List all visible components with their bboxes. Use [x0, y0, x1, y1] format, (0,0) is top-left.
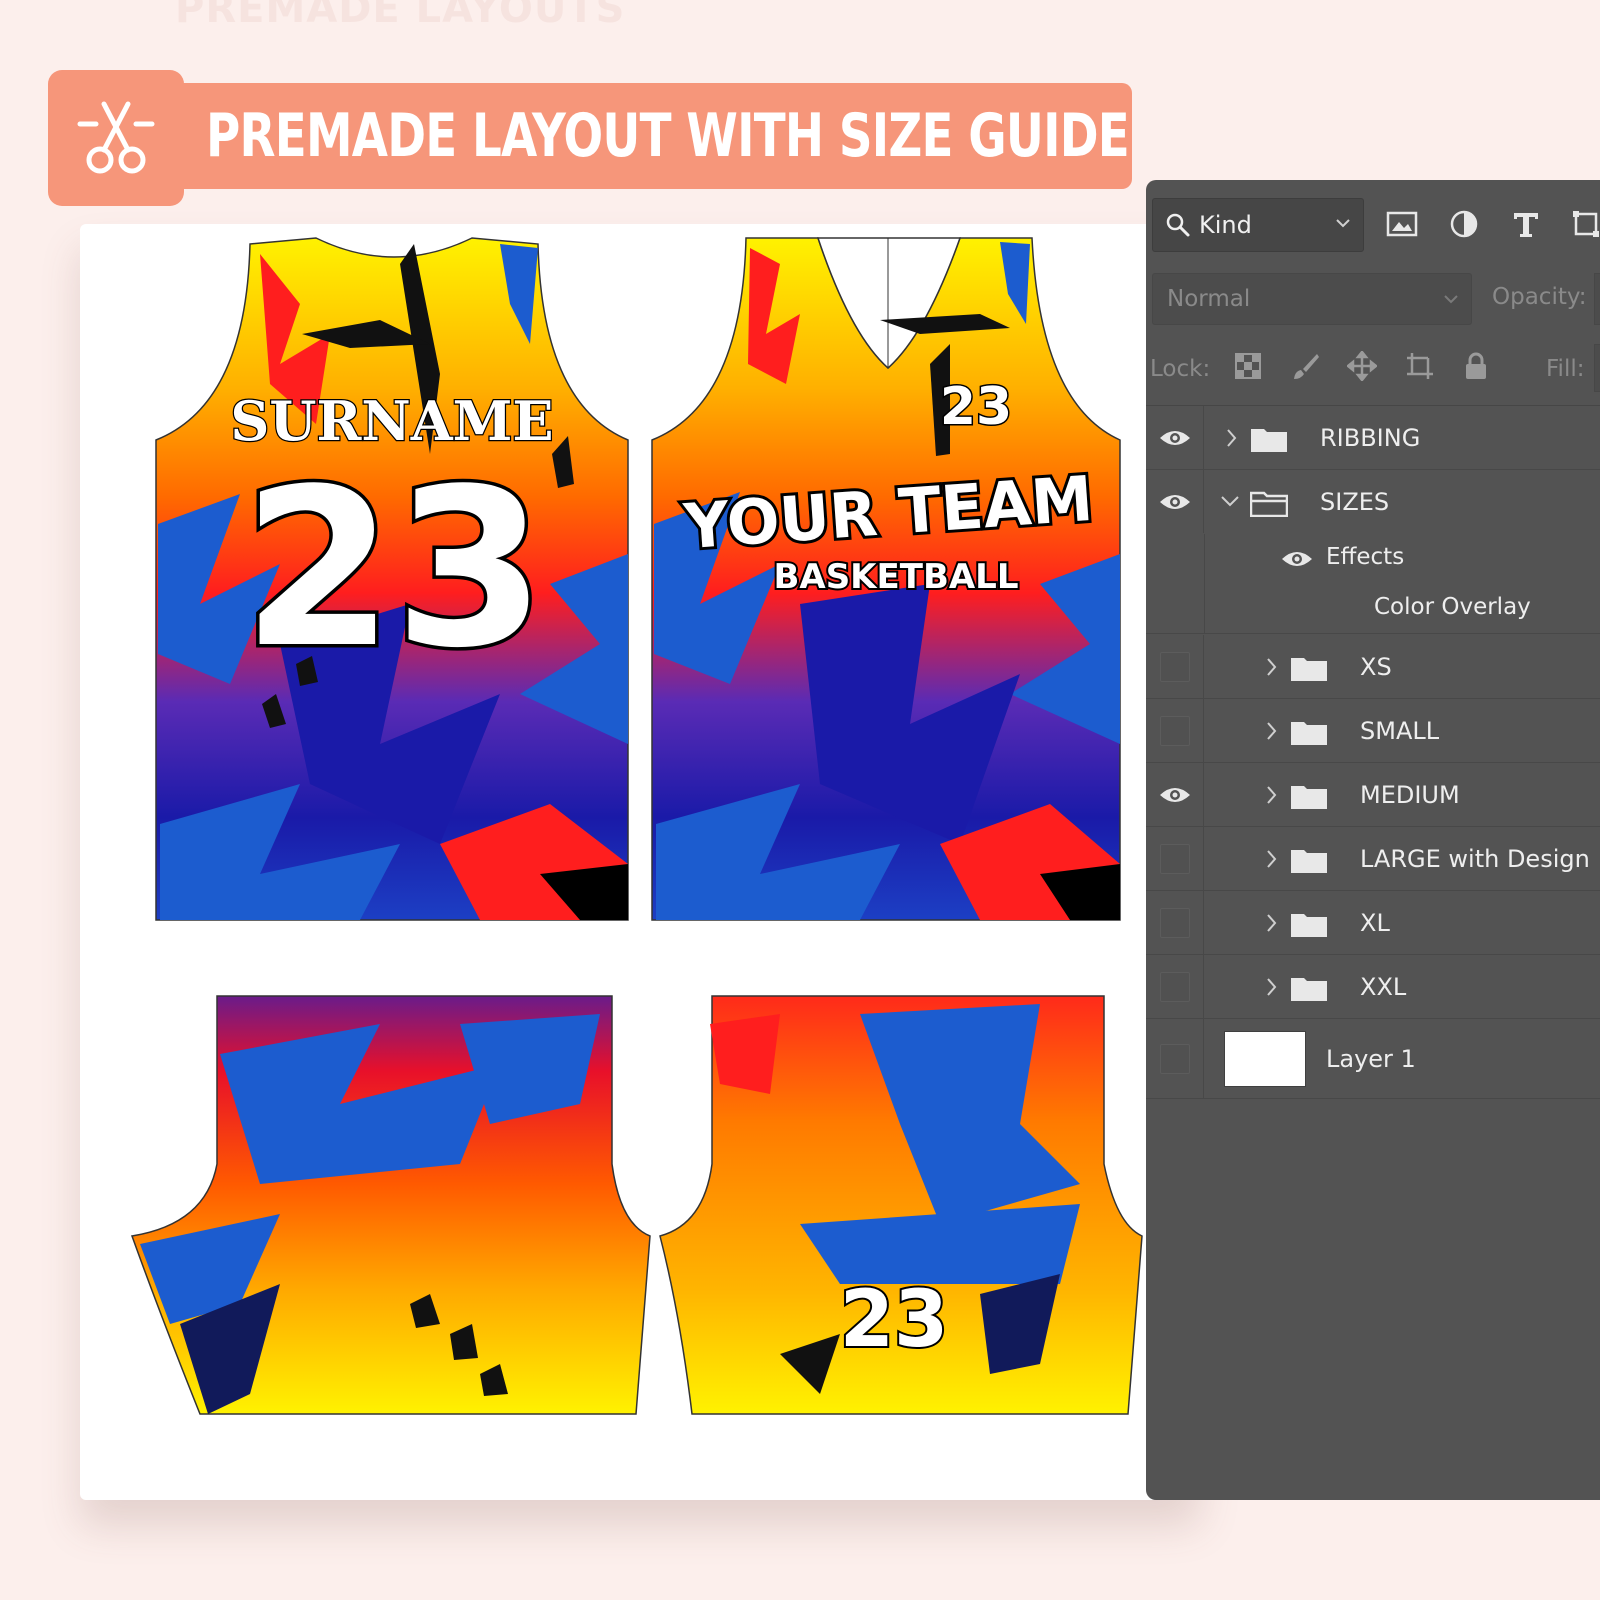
lock-paint-icon[interactable]	[1286, 346, 1326, 386]
lock-all-icon[interactable]	[1456, 346, 1496, 386]
visibility-off-box	[1159, 971, 1190, 1002]
lock-transparent-icon[interactable]	[1228, 346, 1268, 386]
layer-name: SIZES	[1320, 488, 1390, 516]
lock-artboard-icon[interactable]	[1400, 346, 1440, 386]
opacity-field[interactable]	[1594, 273, 1600, 325]
back-jersey: 23 YOUR TEAM BASKETBALL	[651, 237, 1121, 921]
shorts-number: 23	[840, 1275, 949, 1365]
banner-icon-box	[48, 70, 184, 206]
visibility-toggle[interactable]	[1146, 470, 1204, 533]
fill-field[interactable]	[1594, 344, 1600, 392]
visibility-toggle[interactable]	[1146, 827, 1204, 890]
layer-ribbing[interactable]: RIBBING	[1146, 406, 1600, 470]
layer-name: XS	[1360, 653, 1392, 681]
short-panel-left	[130, 995, 651, 1415]
folder-open-icon	[1250, 491, 1288, 517]
folder-icon	[1291, 978, 1327, 1001]
folder-icon	[1291, 914, 1327, 937]
banner-bar: PREMADE LAYOUT WITH SIZE GUIDE	[170, 83, 1132, 189]
visibility-toggle[interactable]	[1146, 406, 1204, 469]
type-filter-icon[interactable]	[1506, 204, 1546, 244]
visibility-off-box	[1159, 715, 1190, 746]
search-icon	[1166, 213, 1190, 237]
team-name-line2: BASKETBALL	[773, 557, 1018, 597]
front-number: 23	[242, 443, 545, 696]
eye-icon	[1159, 430, 1190, 445]
visibility-off-box	[1159, 651, 1190, 682]
effects-label: Effects	[1326, 544, 1405, 570]
folder-icon	[1251, 429, 1287, 452]
chevron-right-icon[interactable]	[1262, 783, 1280, 807]
fill-label: Fill:	[1546, 356, 1585, 382]
visibility-toggle[interactable]	[1146, 1019, 1204, 1098]
layer-thumbnail	[1224, 1031, 1306, 1087]
visibility-toggle[interactable]	[1146, 635, 1204, 698]
layer-large-with-design[interactable]: LARGE with Design	[1146, 827, 1600, 891]
blend-mode-label: Normal	[1167, 286, 1251, 312]
layer-xxl[interactable]: XXL	[1146, 955, 1600, 1019]
layers-panel: Kind Normal Opacity: Lock: Fill: RIBBING…	[1146, 180, 1600, 1500]
layer-small[interactable]: SMALL	[1146, 699, 1600, 763]
effect-name: Color Overlay	[1374, 594, 1531, 620]
folder-icon	[1291, 850, 1327, 873]
lock-position-icon[interactable]	[1342, 346, 1382, 386]
chevron-right-icon[interactable]	[1262, 847, 1280, 871]
chevron-right-icon[interactable]	[1262, 655, 1280, 679]
kind-filter-label: Kind	[1199, 211, 1252, 239]
banner-title: PREMADE LAYOUT WITH SIZE GUIDE	[206, 101, 1130, 171]
chevron-down-icon	[1336, 219, 1350, 228]
visibility-off-box	[1159, 1043, 1190, 1074]
chevron-right-icon[interactable]	[1262, 911, 1280, 935]
scissors-icon	[77, 101, 155, 174]
layer-name: SMALL	[1360, 717, 1440, 745]
adjustment-filter-icon[interactable]	[1444, 204, 1484, 244]
chevron-down-icon[interactable]	[1218, 492, 1242, 510]
layer-effects[interactable]: Effects	[1146, 534, 1600, 582]
visibility-toggle[interactable]	[1146, 955, 1204, 1018]
layer-name: Layer 1	[1326, 1045, 1416, 1073]
chevron-down-icon	[1444, 295, 1458, 304]
design-canvas: SURNAME 23 23 YOUR TEAM BASKETBALL 23	[80, 224, 1200, 1500]
kind-filter-select[interactable]: Kind	[1152, 198, 1364, 252]
layer-xl[interactable]: XL	[1146, 891, 1600, 955]
lock-label: Lock:	[1150, 356, 1211, 382]
layer-xs[interactable]: XS	[1146, 635, 1600, 699]
folder-icon	[1291, 658, 1327, 681]
folder-icon	[1291, 722, 1327, 745]
front-jersey: SURNAME 23	[155, 237, 629, 921]
jersey-mockup: SURNAME 23 23 YOUR TEAM BASKETBALL 23	[130, 237, 1143, 1415]
blend-mode-select[interactable]: Normal	[1152, 273, 1472, 325]
eye-icon[interactable]	[1280, 548, 1314, 570]
layer-name: XXL	[1360, 973, 1407, 1001]
eye-icon	[1159, 787, 1190, 802]
visibility-toggle[interactable]	[1146, 699, 1204, 762]
chevron-right-icon[interactable]	[1262, 975, 1280, 999]
layer-1[interactable]: Layer 1	[1146, 1019, 1600, 1099]
layer-name: RIBBING	[1320, 424, 1421, 452]
chevron-right-icon[interactable]	[1262, 719, 1280, 743]
eye-icon	[1159, 494, 1190, 509]
layer-medium[interactable]: MEDIUM	[1146, 763, 1600, 827]
visibility-toggle[interactable]	[1146, 763, 1204, 826]
short-panel-right: 23	[659, 995, 1143, 1415]
image-filter-icon[interactable]	[1382, 204, 1422, 244]
layer-name: XL	[1360, 909, 1390, 937]
folder-icon	[1291, 786, 1327, 809]
visibility-toggle[interactable]	[1146, 891, 1204, 954]
back-number: 23	[940, 377, 1012, 437]
shape-filter-icon[interactable]	[1566, 204, 1600, 244]
visibility-off-box	[1159, 907, 1190, 938]
faded-page-title: PREMADE LAYOUTS	[175, 0, 626, 32]
layer-name: MEDIUM	[1360, 781, 1460, 809]
opacity-label: Opacity:	[1492, 284, 1587, 310]
effect-color-overlay[interactable]: Color Overlay	[1146, 582, 1600, 634]
layer-sizes[interactable]: SIZES	[1146, 470, 1600, 534]
layer-name: LARGE with Design	[1360, 845, 1590, 873]
visibility-off-box	[1159, 843, 1190, 874]
chevron-right-icon[interactable]	[1222, 426, 1240, 450]
